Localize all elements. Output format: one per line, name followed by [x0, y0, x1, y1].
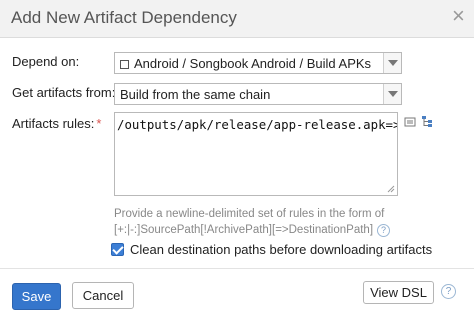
question-icon[interactable]: ? [377, 224, 391, 237]
clean-destination-checkbox[interactable] [111, 243, 124, 256]
help-line-1: Provide a newline-delimited set of rules… [114, 208, 385, 220]
dialog-titlebar: Add New Artifact Dependency × [0, 0, 474, 38]
clean-destination-label: Clean destination paths before downloadi… [130, 242, 433, 257]
required-mark: * [96, 116, 102, 131]
artifact-tree-icon[interactable] [421, 115, 434, 128]
help-icon[interactable]: ? [441, 284, 456, 299]
depend-on-value: Android / Songbook Android / Build APKs [134, 56, 372, 71]
get-artifacts-from-label: Get artifacts from: [12, 85, 116, 100]
depend-on-select[interactable]: Android / Songbook Android / Build APKs [114, 52, 402, 74]
artifacts-rules-textarea[interactable]: /outputs/apk/release/app-release.apk=>ap… [114, 112, 398, 196]
footer-divider [0, 268, 474, 269]
build-config-icon [120, 60, 129, 69]
artifacts-rules-value: /outputs/apk/release/app-release.apk=>ap… [117, 117, 398, 132]
depend-on-label: Depend on: [12, 54, 80, 69]
cancel-button[interactable]: Cancel [72, 282, 134, 309]
chevron-down-icon[interactable] [383, 53, 401, 73]
resize-grip-icon[interactable] [387, 185, 395, 193]
artifacts-rules-help: Provide a newline-delimited set of rules… [114, 206, 391, 238]
artifacts-rules-label: Artifacts rules: * [12, 116, 102, 131]
dialog-title: Add New Artifact Dependency [11, 8, 237, 27]
close-icon[interactable]: × [452, 5, 465, 27]
get-artifacts-from-select[interactable]: Build from the same chain [114, 83, 402, 105]
help-line-2: [+:|-:]SourcePath[!ArchivePath][=>Destin… [114, 224, 374, 236]
chevron-down-icon[interactable] [383, 84, 401, 104]
save-button[interactable]: Save [12, 283, 61, 310]
insert-template-icon[interactable] [404, 116, 416, 128]
view-dsl-button[interactable]: View DSL [363, 281, 434, 304]
get-artifacts-from-value: Build from the same chain [120, 87, 271, 102]
